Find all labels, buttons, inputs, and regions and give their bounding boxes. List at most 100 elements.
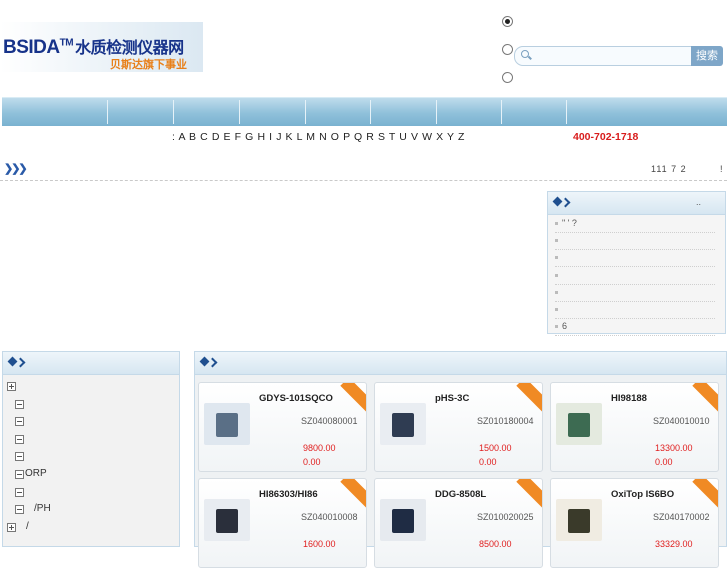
product-code: SZ040080001 bbox=[301, 416, 358, 426]
product-name[interactable]: DDG-8508L bbox=[435, 489, 486, 500]
collapse-minus-icon[interactable] bbox=[15, 434, 24, 444]
news-bullet-icon bbox=[555, 290, 558, 294]
news-bullet-icon bbox=[555, 273, 558, 277]
collapse-minus-icon[interactable] bbox=[15, 417, 24, 427]
collapse-minus-icon[interactable] bbox=[15, 470, 24, 479]
alphabet-index[interactable]: : A B C D E F G H I J K L M N O P Q R S … bbox=[172, 131, 465, 143]
product-thumbnail[interactable] bbox=[556, 499, 602, 541]
collapse-minus-icon[interactable] bbox=[15, 399, 24, 409]
news-bullet-icon bbox=[555, 308, 558, 311]
hot-ribbon-icon bbox=[340, 383, 366, 413]
product-image-shape bbox=[568, 509, 590, 533]
product-card[interactable]: DDG-8508L SZ010020025 8500.00 bbox=[374, 478, 543, 568]
product-thumbnail[interactable] bbox=[204, 403, 250, 445]
logo-cn-text: 水质检测仪器网 bbox=[75, 40, 184, 57]
news-divider bbox=[555, 249, 715, 251]
news-bullet-icon bbox=[555, 256, 558, 260]
main-nav-bar bbox=[2, 97, 727, 126]
search-icon bbox=[521, 50, 529, 58]
product-price: 33329.00 bbox=[655, 539, 693, 549]
collapse-minus-icon[interactable] bbox=[15, 452, 24, 462]
product-thumbnail[interactable] bbox=[380, 403, 426, 445]
collapse-minus-icon[interactable] bbox=[15, 505, 24, 515]
product-price-secondary: 0.00 bbox=[655, 457, 673, 467]
news-divider bbox=[555, 283, 715, 285]
product-name[interactable]: GDYS-101SQCO bbox=[259, 393, 333, 404]
news-divider bbox=[555, 300, 715, 302]
nav-separator bbox=[173, 100, 174, 124]
nav-separator bbox=[239, 100, 240, 124]
product-price: 1500.00 bbox=[479, 443, 512, 453]
expand-plus-icon[interactable] bbox=[7, 382, 16, 391]
product-image-shape bbox=[392, 509, 414, 533]
nav-separator bbox=[566, 100, 567, 124]
hotline-number: 400-702-1718 bbox=[573, 131, 639, 143]
site-stats-mark: ! bbox=[720, 164, 723, 174]
news-bullet-icon bbox=[555, 239, 558, 243]
product-card[interactable]: HI98188 SZ040010010 13300.00 0.00 bbox=[550, 382, 719, 472]
product-thumbnail[interactable] bbox=[380, 499, 426, 541]
site-stats: 111 7 2 bbox=[651, 164, 687, 174]
product-name[interactable]: HI86303/HI86 bbox=[259, 489, 318, 500]
search-type-radio-3[interactable] bbox=[502, 72, 513, 83]
product-price-secondary: 0.00 bbox=[303, 457, 321, 467]
category-item[interactable]: /PH bbox=[34, 503, 51, 514]
logo-subtitle: 贝斯达旗下事业 bbox=[110, 59, 187, 71]
product-image-shape bbox=[392, 413, 414, 437]
product-name[interactable]: OxiTop IS6BO bbox=[611, 489, 674, 500]
product-price-secondary: 0.00 bbox=[479, 457, 497, 467]
search-type-radio-2[interactable] bbox=[502, 44, 513, 55]
breadcrumb-arrow-icon: ❯❯❯ bbox=[4, 163, 28, 175]
news-divider bbox=[555, 318, 715, 319]
product-code: SZ040010008 bbox=[301, 512, 358, 522]
product-image-shape bbox=[568, 413, 590, 437]
category-item[interactable]: / bbox=[26, 521, 29, 532]
news-more-link[interactable]: .. bbox=[696, 197, 701, 207]
hot-ribbon-icon bbox=[516, 383, 542, 413]
news-item-link[interactable]: 6 bbox=[562, 321, 712, 331]
product-price: 8500.00 bbox=[479, 539, 512, 549]
product-code: SZ040010010 bbox=[653, 416, 710, 426]
news-bullet-icon bbox=[555, 222, 558, 225]
product-name[interactable]: HI98188 bbox=[611, 393, 647, 404]
product-card[interactable]: HI86303/HI86 SZ040010008 1600.00 bbox=[198, 478, 367, 568]
logo-tm: TM bbox=[59, 37, 74, 49]
news-panel bbox=[547, 191, 726, 334]
logo-text: BSIDA bbox=[3, 37, 60, 58]
search-input[interactable] bbox=[514, 46, 692, 66]
nav-separator bbox=[107, 100, 108, 124]
category-panel-header bbox=[3, 352, 179, 375]
product-name[interactable]: pHS-3C bbox=[435, 393, 469, 404]
nav-separator bbox=[436, 100, 437, 124]
expand-plus-icon[interactable] bbox=[7, 522, 16, 532]
search-type-radio-1[interactable] bbox=[502, 16, 513, 27]
product-image-shape bbox=[216, 413, 238, 437]
product-price: 1600.00 bbox=[303, 539, 336, 549]
product-panel-header bbox=[195, 352, 726, 375]
news-divider bbox=[555, 335, 715, 337]
product-price: 13300.00 bbox=[655, 443, 693, 453]
search-button[interactable]: 搜索 bbox=[691, 46, 723, 66]
product-code: SZ010180004 bbox=[477, 416, 534, 426]
product-card[interactable]: OxiTop IS6BO SZ040170002 33329.00 bbox=[550, 478, 719, 568]
category-item[interactable]: ORP bbox=[25, 468, 47, 479]
product-code: SZ040170002 bbox=[653, 512, 710, 522]
category-panel bbox=[2, 351, 180, 547]
nav-separator bbox=[305, 100, 306, 124]
product-card[interactable]: pHS-3C SZ010180004 1500.00 0.00 bbox=[374, 382, 543, 472]
hot-ribbon-icon bbox=[340, 479, 366, 509]
nav-separator bbox=[370, 100, 371, 124]
product-image-shape bbox=[216, 509, 238, 533]
product-card[interactable]: GDYS-101SQCO SZ040080001 9800.00 0.00 bbox=[198, 382, 367, 472]
product-thumbnail[interactable] bbox=[556, 403, 602, 445]
collapse-minus-icon[interactable] bbox=[15, 487, 24, 497]
news-item-link[interactable]: " ' ? bbox=[562, 218, 712, 228]
product-thumbnail[interactable] bbox=[204, 499, 250, 541]
hot-ribbon-icon bbox=[692, 383, 718, 413]
news-divider bbox=[555, 266, 715, 268]
product-code: SZ010020025 bbox=[477, 512, 534, 522]
nav-separator bbox=[501, 100, 502, 124]
news-divider bbox=[555, 232, 715, 233]
hot-ribbon-icon bbox=[692, 479, 718, 509]
divider bbox=[0, 180, 727, 181]
